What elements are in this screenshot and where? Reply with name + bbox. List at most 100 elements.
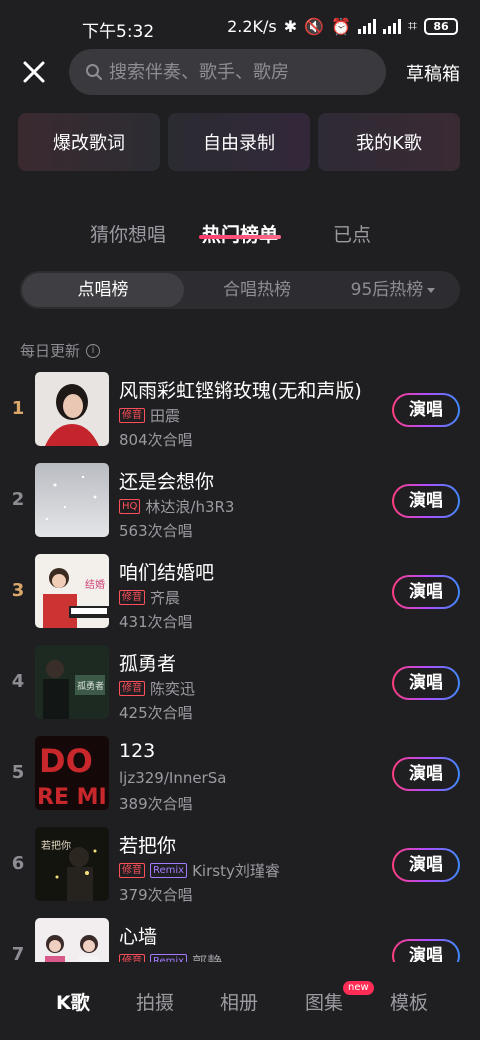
signal-icon-2 [382, 18, 401, 34]
sing-label: 演唱 [394, 395, 458, 425]
subtab-95-label: 95后热榜 [350, 280, 424, 300]
song-row[interactable]: 4 孤勇者 孤勇者 修音 陈奕迅 425次合唱 演唱 [0, 645, 480, 722]
sing-button[interactable]: 演唱 [392, 393, 460, 427]
tab-hot-charts[interactable]: 热门榜单 [202, 220, 278, 247]
song-artist: 林达浪/h3R3 [145, 498, 235, 516]
song-title: 心墙 [119, 926, 158, 948]
svg-text:孤勇者: 孤勇者 [77, 680, 104, 692]
sing-button[interactable]: 演唱 [392, 666, 460, 700]
song-rank: 4 [11, 671, 25, 692]
song-title: 123 [119, 740, 156, 762]
song-title: 孤勇者 [119, 653, 177, 675]
song-cover: 若把你 [35, 827, 109, 901]
tag-hq: HQ [119, 499, 141, 514]
sing-button[interactable]: 演唱 [392, 484, 460, 518]
song-rank: 1 [11, 398, 25, 419]
song-meta: 修音 齐晨 [119, 587, 180, 608]
card-lyrics-remix[interactable]: 爆改歌词 [18, 113, 160, 171]
tag-remix: Remix [150, 954, 188, 962]
song-list: 1 风雨彩虹铿锵玫瑰(无和声版) 修音 田震 804次合唱 演唱 2 还是会想你… [0, 372, 480, 962]
tag-pitch-fix: 修音 [119, 681, 145, 696]
bluetooth-icon: ✱ [283, 16, 298, 36]
song-rank: 2 [11, 489, 25, 510]
quick-cards: 爆改歌词 自由录制 我的K歌 [18, 113, 460, 171]
tab-guess[interactable]: 猜你想唱 [90, 220, 166, 247]
nav-album[interactable]: 相册 [220, 988, 258, 1015]
song-meta: 修音 Remix Kirsty刘瑾睿 [119, 860, 280, 881]
sing-button[interactable]: 演唱 [392, 575, 460, 609]
nav-gallery[interactable]: 图集 [305, 988, 343, 1015]
song-artist: 田震 [150, 407, 181, 425]
status-time: 下午5:32 [82, 22, 155, 42]
status-icons: 2.2K/s ✱ 🔇 ⏰ ⌗ 86 [227, 16, 458, 36]
alarm-icon: ⏰ [331, 16, 351, 36]
song-count: 431次合唱 [119, 613, 193, 631]
song-row[interactable]: 6 若把你 若把你 修音 Remix Kirsty刘瑾睿 379次合唱 演唱 [0, 827, 480, 904]
svg-text:RE MI: RE MI [37, 785, 107, 810]
info-icon[interactable]: i [86, 343, 101, 358]
song-count: 804次合唱 [119, 431, 193, 449]
sub-tabs: 点唱榜 合唱热榜 95后热榜 [20, 271, 460, 309]
svg-text:结婚: 结婚 [85, 578, 105, 591]
sing-label: 演唱 [394, 486, 458, 516]
tag-pitch-fix: 修音 [119, 954, 145, 962]
main-tabs: 猜你想唱 热门榜单 已点 [0, 216, 480, 252]
song-count: 425次合唱 [119, 704, 193, 722]
song-meta: HQ 林达浪/h3R3 [119, 496, 234, 517]
song-rank: 7 [11, 944, 25, 962]
song-title: 若把你 [119, 835, 177, 857]
song-artist: 齐晨 [150, 589, 181, 607]
song-meta: ljz329/InnerSa [119, 769, 226, 787]
song-row[interactable]: 7 心墙 修音 Remix 郭静 演唱 [0, 918, 480, 962]
nav-template[interactable]: 模板 [390, 988, 428, 1015]
drafts-button[interactable]: 草稿箱 [406, 60, 460, 86]
close-icon [23, 61, 45, 83]
song-count: 379次合唱 [119, 886, 193, 904]
song-rank: 3 [11, 580, 25, 601]
subtab-95-chart[interactable]: 95后热榜 [328, 271, 458, 309]
nav-shoot[interactable]: 拍摄 [136, 988, 174, 1015]
close-button[interactable] [20, 58, 48, 86]
song-cover: 结婚 [35, 554, 109, 628]
song-rank: 6 [11, 853, 25, 874]
song-row[interactable]: 3 结婚 咱们结婚吧 修音 齐晨 431次合唱 演唱 [0, 554, 480, 631]
sing-button[interactable]: 演唱 [392, 757, 460, 791]
song-title: 咱们结婚吧 [119, 562, 215, 584]
search-box[interactable] [69, 49, 386, 95]
tab-ordered[interactable]: 已点 [333, 220, 371, 247]
tag-remix: Remix [150, 863, 188, 878]
song-row[interactable]: 1 风雨彩虹铿锵玫瑰(无和声版) 修音 田震 804次合唱 演唱 [0, 372, 480, 449]
song-title: 还是会想你 [119, 471, 215, 493]
sing-button[interactable]: 演唱 [392, 939, 460, 962]
tag-pitch-fix: 修音 [119, 590, 145, 605]
song-meta: 修音 陈奕迅 [119, 678, 195, 699]
subtab-request-chart[interactable]: 点唱榜 [22, 273, 184, 307]
card-free-record[interactable]: 自由录制 [168, 113, 310, 171]
bottom-nav: K歌 拍摄 相册 图集 new 模板 [0, 964, 480, 1040]
song-meta: 修音 Remix 郭静 [119, 951, 222, 962]
card-my-ksong[interactable]: 我的K歌 [318, 113, 460, 171]
signal-icon [357, 18, 376, 34]
nav-ksong[interactable]: K歌 [56, 988, 90, 1015]
network-speed: 2.2K/s [227, 16, 277, 36]
search-input[interactable] [109, 61, 369, 83]
song-count: 389次合唱 [119, 795, 193, 813]
song-row[interactable]: 5 DO RE MI 123 ljz329/InnerSa 389次合唱 演唱 [0, 736, 480, 813]
search-icon [86, 64, 102, 80]
wifi-icon: ⌗ [407, 16, 417, 35]
svg-text:DO: DO [39, 742, 93, 780]
song-row[interactable]: 2 还是会想你 HQ 林达浪/h3R3 563次合唱 演唱 [0, 463, 480, 540]
battery-icon: 86 [424, 17, 458, 35]
subtab-chorus-chart[interactable]: 合唱热榜 [186, 271, 328, 309]
song-rank: 5 [11, 762, 25, 783]
tag-pitch-fix: 修音 [119, 408, 145, 423]
sing-label: 演唱 [394, 577, 458, 607]
song-cover [35, 463, 109, 537]
sing-label: 演唱 [394, 941, 458, 962]
song-count: 563次合唱 [119, 522, 193, 540]
sing-label: 演唱 [394, 850, 458, 880]
tag-pitch-fix: 修音 [119, 863, 145, 878]
song-artist: Kirsty刘瑾睿 [192, 862, 280, 880]
sing-button[interactable]: 演唱 [392, 848, 460, 882]
daily-update-label: 每日更新 [20, 342, 81, 360]
